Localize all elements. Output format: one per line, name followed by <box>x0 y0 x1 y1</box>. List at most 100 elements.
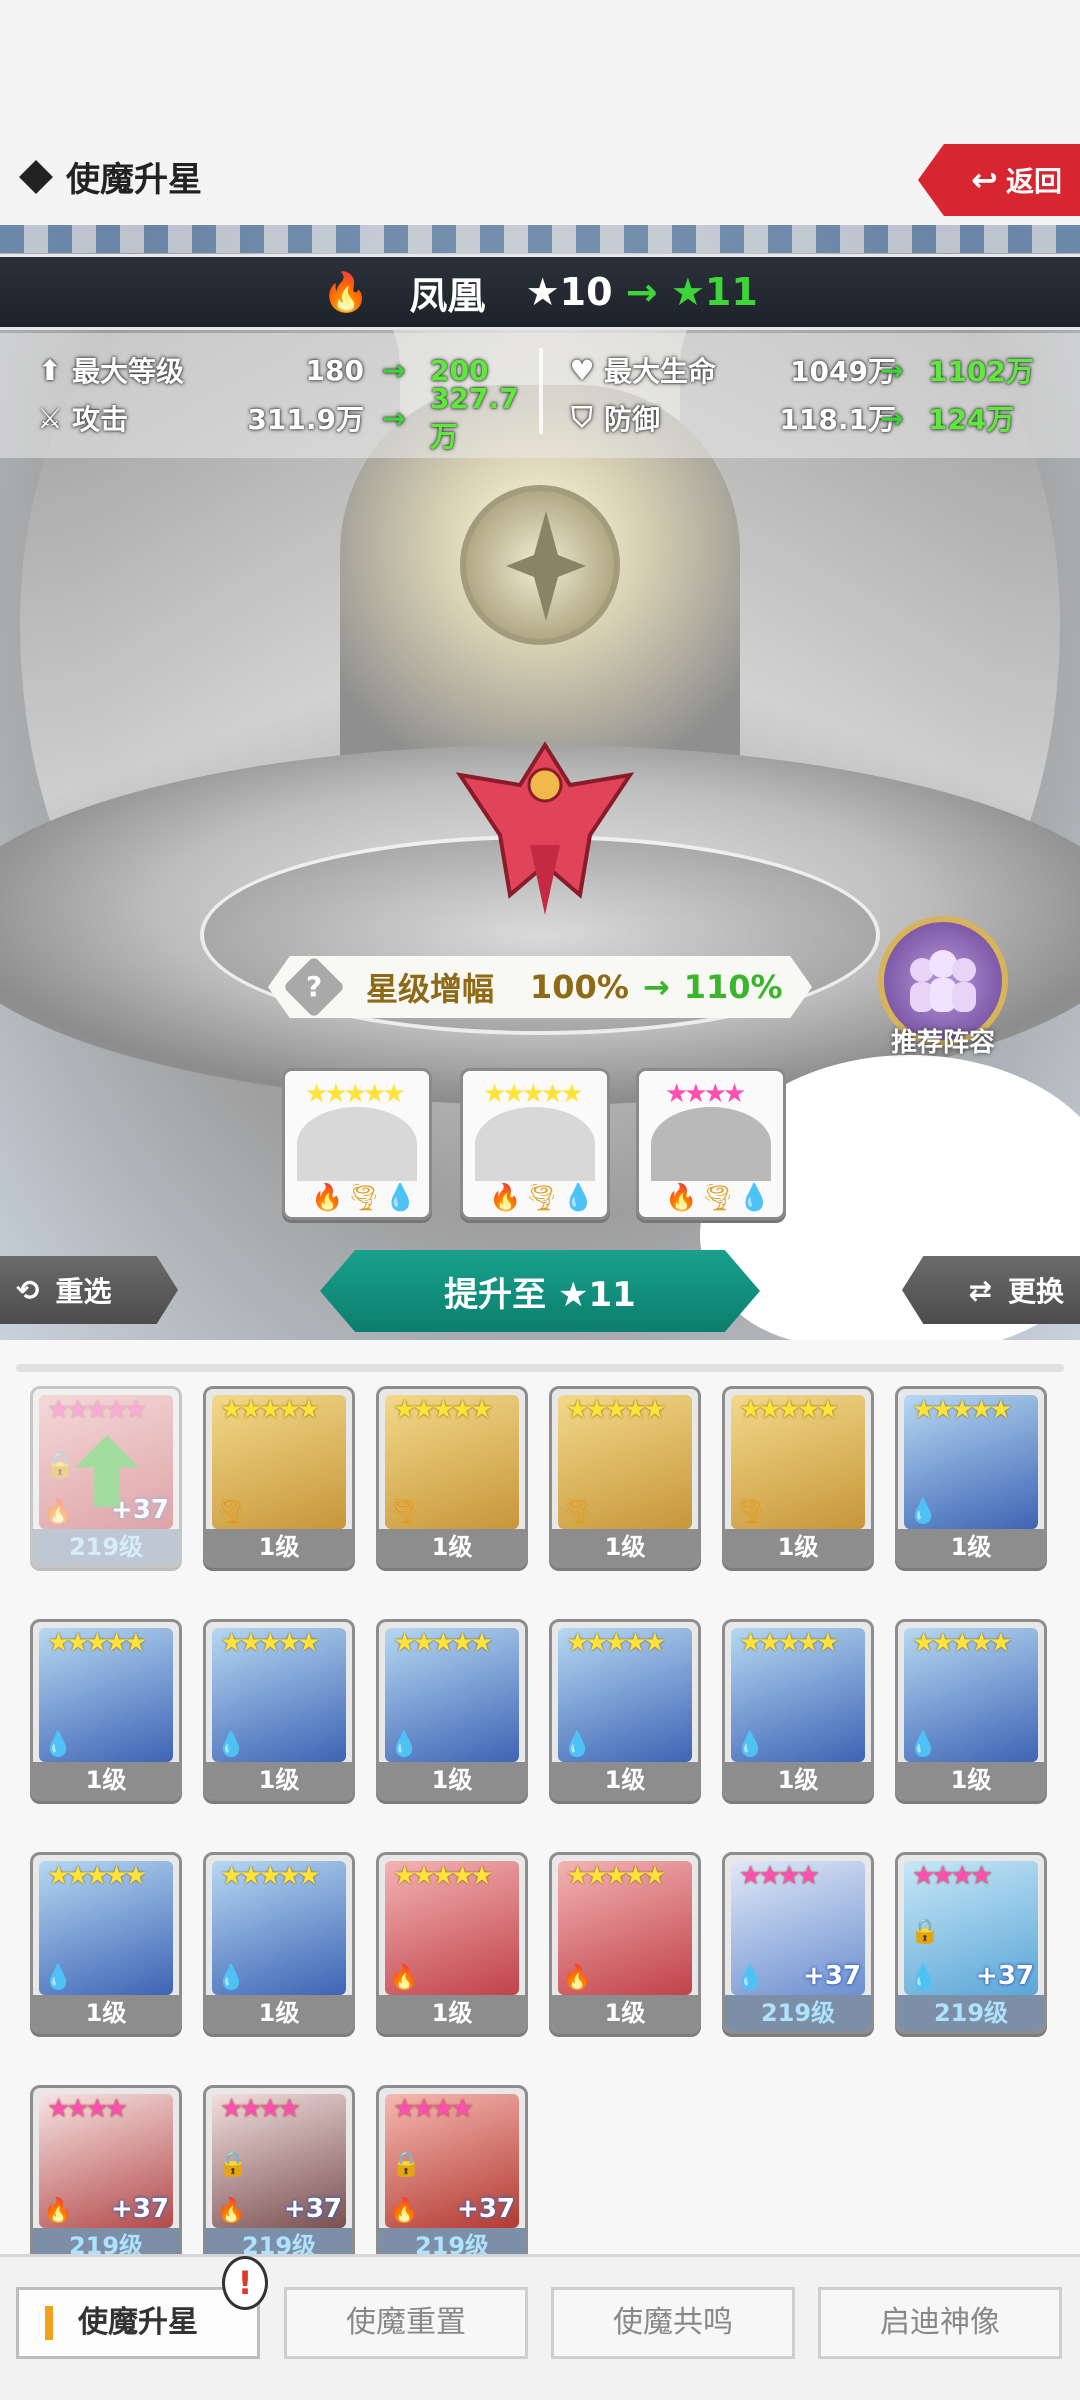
pet-card[interactable]: ★★★★★ 🌪 1级 <box>376 1386 528 1568</box>
stat-to: 1102万 <box>928 355 1034 388</box>
pet-name: 凤凰 <box>409 273 486 318</box>
pet-card[interactable]: ★★★★★ 🔥 1级 <box>549 1852 701 2034</box>
wind-element-icon: 🌪 <box>735 1497 766 1525</box>
stat-label: 最大生命 <box>604 355 717 388</box>
star-bonus-banner: ? 星级增幅 100% → 110% <box>268 956 812 1018</box>
swap-icon: ⇄ <box>968 1273 992 1307</box>
pet-card[interactable]: ★★★★★ 🌪 1级 <box>722 1386 874 1568</box>
star-bonus-from: 100% <box>530 968 629 1006</box>
pet-stars: ★★★★★ <box>393 1628 494 1658</box>
pet-card[interactable]: ★★★★ 🔥 🔒 +37 219级 <box>203 2085 355 2254</box>
water-element-icon: 💧 <box>43 1730 73 1758</box>
pet-stars: ★★★★★ <box>220 1395 321 1425</box>
pet-card[interactable]: ★★★★ 💧 +37 219级 <box>722 1852 874 2034</box>
tab-pet-resonance[interactable]: 使魔共鸣 <box>551 2287 795 2359</box>
pet-level: 219级 <box>33 2228 179 2254</box>
phoenix-pet-sprite[interactable] <box>440 725 650 925</box>
pet-level: 1级 <box>898 1529 1044 1565</box>
slot-stars: ★★★★★ <box>305 1079 406 1109</box>
pet-stars: ★★★★ <box>739 1861 820 1891</box>
fire-icon: 🔥 <box>665 1183 698 1213</box>
pet-name-bar: 🔥 凤凰 ★10 → ★11 <box>0 254 1080 330</box>
pet-level: 219级 <box>33 1529 179 1565</box>
pet-stars: ★★★★★ <box>47 1628 148 1658</box>
pet-level: 1级 <box>725 1762 871 1798</box>
pet-stars: ★★★★★ <box>912 1395 1013 1425</box>
pet-card[interactable]: ★★★★★ 💧 1级 <box>549 1619 701 1801</box>
pet-level: 1级 <box>552 1762 698 1798</box>
pet-card[interactable]: ★★★★ 💧 🔒 +37 219级 <box>895 1852 1047 2034</box>
material-slot-2[interactable]: ★★★★★ 🔥 🌪 💧 <box>460 1068 610 1220</box>
page-title-text: 使魔升星 <box>66 160 202 200</box>
scrollbar[interactable] <box>16 1364 1064 1372</box>
pet-level: 219级 <box>898 1995 1044 2031</box>
fire-element-icon: 🔥 <box>389 1963 419 1991</box>
stat-label: 攻击 <box>72 403 129 436</box>
pet-card[interactable]: ★★★★★ 💧 1级 <box>376 1619 528 1801</box>
stat-from: 118.1万 <box>779 403 896 436</box>
pet-card[interactable]: ★★★★★ 🌪 1级 <box>549 1386 701 1568</box>
water-element-icon: 💧 <box>562 1730 592 1758</box>
pet-card[interactable]: ★★★★★ 💧 1级 <box>722 1619 874 1801</box>
pet-card[interactable]: ★★★★★ 💧 1级 <box>30 1619 182 1801</box>
water-element-icon: 💧 <box>216 1963 246 1991</box>
stat-from: 180 <box>305 353 364 387</box>
tab-enlighten-statue[interactable]: 启迪神像 <box>818 2287 1062 2359</box>
pet-inventory-grid[interactable]: ★★★★★ 🔥 🔒 +37 219级 ★★★★★ 🌪 1级 ★★★★★ 🌪 1级 ★★★★★ 🌪 1级 ★★… <box>0 1340 1080 2254</box>
alert-icon: ! <box>222 2256 268 2310</box>
reselect-button[interactable]: ⟲ 重选 <box>0 1256 178 1324</box>
pet-card[interactable]: ★★★★★ 🌪 1级 <box>203 1386 355 1568</box>
pet-card[interactable]: ★★★★★ 💧 1级 <box>895 1386 1047 1568</box>
pet-card[interactable]: ★★★★★ 💧 1级 <box>30 1852 182 2034</box>
material-slot-1[interactable]: ★★★★★ 🔥 🌪 💧 <box>282 1068 432 1220</box>
pet-card[interactable]: ★★★★★ 💧 1级 <box>203 1852 355 2034</box>
refresh-icon: ⟲ <box>16 1273 40 1307</box>
pet-level: 1级 <box>898 1762 1044 1798</box>
pet-card[interactable]: ★★★★★ 🔥 1级 <box>376 1852 528 2034</box>
pet-card[interactable]: ★★★★ 🔥 +37 219级 <box>30 2085 182 2254</box>
pet-card[interactable]: ★★★★★ 🔥 🔒 +37 219级 <box>30 1386 182 1568</box>
water-element-icon: 💧 <box>389 1730 419 1758</box>
tab-pet-star-up[interactable]: 使魔升星 <box>16 2287 260 2359</box>
back-button[interactable]: ↩ 返回 <box>918 144 1080 216</box>
material-slot-3[interactable]: ★★★★ 🔥 🌪 💧 <box>636 1068 786 1220</box>
question-icon[interactable]: ? <box>282 956 346 1018</box>
pet-level: 219级 <box>725 1995 871 2031</box>
slot-placeholder <box>297 1107 417 1181</box>
fire-element-icon: 🔥 <box>389 2196 419 2224</box>
pet-card[interactable]: ★★★★★ 💧 1级 <box>203 1619 355 1801</box>
stat-arrow: → <box>382 401 406 435</box>
star-arrow: → <box>625 270 658 314</box>
pet-card[interactable]: ★★★★★ 💧 1级 <box>895 1619 1047 1801</box>
water-element-icon: 💧 <box>735 1963 765 1991</box>
pet-stars: ★★★★ <box>393 2094 474 2124</box>
star-bonus-arrow: → <box>642 968 670 1006</box>
lock-icon: 🔒 <box>218 2150 248 2178</box>
fire-element-icon: 🔥 <box>216 2196 246 2224</box>
pet-stars: ★★★★★ <box>220 1628 321 1658</box>
stat-defense: ⛉ 防御 118.1万 → 124万 <box>566 398 1066 438</box>
tab-pet-reset[interactable]: 使魔重置 <box>284 2287 528 2359</box>
fire-element-icon: 🔥 <box>322 269 370 314</box>
pet-level: 1级 <box>379 1995 525 2031</box>
pet-stars: ★★★★★ <box>739 1395 840 1425</box>
stat-from: 311.9万 <box>247 403 364 436</box>
stat-to: 124万 <box>928 403 1015 436</box>
stats-divider <box>539 348 543 434</box>
upgrade-label: 提升至 ★11 <box>444 1274 636 1315</box>
pet-stars: ★★★★★ <box>393 1861 494 1891</box>
pet-stars: ★★★★★ <box>220 1861 321 1891</box>
fire-element-icon: 🔥 <box>43 1497 73 1525</box>
stat-max-hp: ♥ 最大生命 1049万 → 1102万 <box>566 350 1066 390</box>
pet-stars: ★★★★★ <box>739 1628 840 1658</box>
pet-level: 219级 <box>379 2228 525 2254</box>
pet-card[interactable]: ★★★★ 🔥 🔒 +37 219级 <box>376 2085 528 2254</box>
upgrade-button[interactable]: 提升至 ★11 <box>320 1250 760 1332</box>
pet-stars: ★★★★★ <box>912 1628 1013 1658</box>
change-button[interactable]: ⇄ 更换 <box>902 1256 1080 1324</box>
recommend-team-label: 推荐阵容 <box>890 1028 995 1058</box>
stat-label: 防御 <box>604 403 661 436</box>
water-element-icon: 💧 <box>216 1730 246 1758</box>
pet-level: 1级 <box>33 1762 179 1798</box>
pet-level: 1级 <box>33 1995 179 2031</box>
